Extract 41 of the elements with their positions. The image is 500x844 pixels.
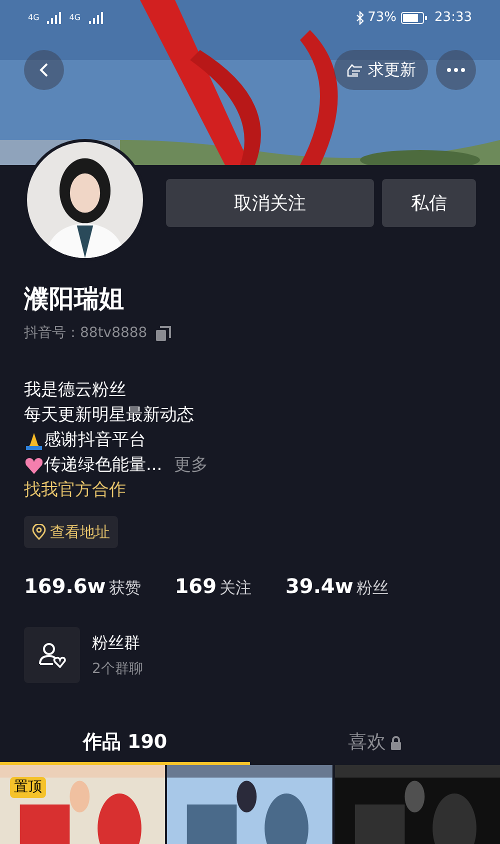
battery-icon	[400, 12, 427, 24]
heart-icon	[24, 456, 44, 476]
stat-value: 39.4w	[286, 573, 354, 600]
person-heart-icon	[38, 642, 66, 668]
hand-icon	[346, 62, 364, 78]
fan-group-title: 粉丝群	[92, 632, 141, 654]
request-update-button[interactable]: 求更新	[334, 50, 428, 90]
network-label: 4G	[28, 12, 40, 24]
battery-percent: 73%	[368, 9, 397, 27]
stat-label: 获赞	[108, 577, 141, 599]
profile-name: 濮阳瑞姐	[24, 283, 124, 315]
more-icon	[447, 68, 465, 72]
stat-label: 关注	[220, 577, 252, 599]
bluetooth-icon	[356, 10, 364, 25]
praying-hands-icon	[24, 430, 44, 450]
bio-line: 传递绿色能量...	[44, 454, 162, 477]
more-link[interactable]: 更多	[174, 453, 208, 478]
back-icon	[39, 62, 49, 78]
bio-line: 我是德云粉丝	[24, 379, 126, 402]
stat-value: 169	[174, 573, 216, 600]
signal-icon	[88, 12, 103, 24]
stat-value: 169.6w	[24, 573, 106, 600]
bio-line: 感谢抖音平台	[44, 429, 146, 452]
message-button[interactable]: 私信	[382, 179, 476, 227]
stat-label: 粉丝	[356, 577, 388, 599]
cooperation-link[interactable]: 找我官方合作	[24, 478, 126, 503]
bio-line: 每天更新明星最新动态	[24, 404, 194, 427]
address-button[interactable]: 查看地址	[24, 516, 118, 548]
fan-group-subtitle: 2个群聊	[92, 660, 143, 678]
fan-group-icon-tile[interactable]	[24, 627, 80, 683]
more-options-button[interactable]	[436, 50, 476, 90]
unfollow-button[interactable]: 取消关注	[166, 179, 374, 227]
signal-icon	[47, 12, 62, 24]
network-label: 4G	[69, 12, 81, 24]
copy-icon[interactable]	[155, 326, 172, 342]
clock: 23:33	[434, 9, 472, 27]
douyin-id: 抖音号：88tv8888	[24, 324, 148, 343]
location-pin-icon	[32, 524, 46, 540]
pinned-badge: 置顶	[10, 777, 46, 798]
profile-tab[interactable]: 喜欢	[250, 723, 500, 765]
back-button[interactable]	[24, 50, 64, 90]
